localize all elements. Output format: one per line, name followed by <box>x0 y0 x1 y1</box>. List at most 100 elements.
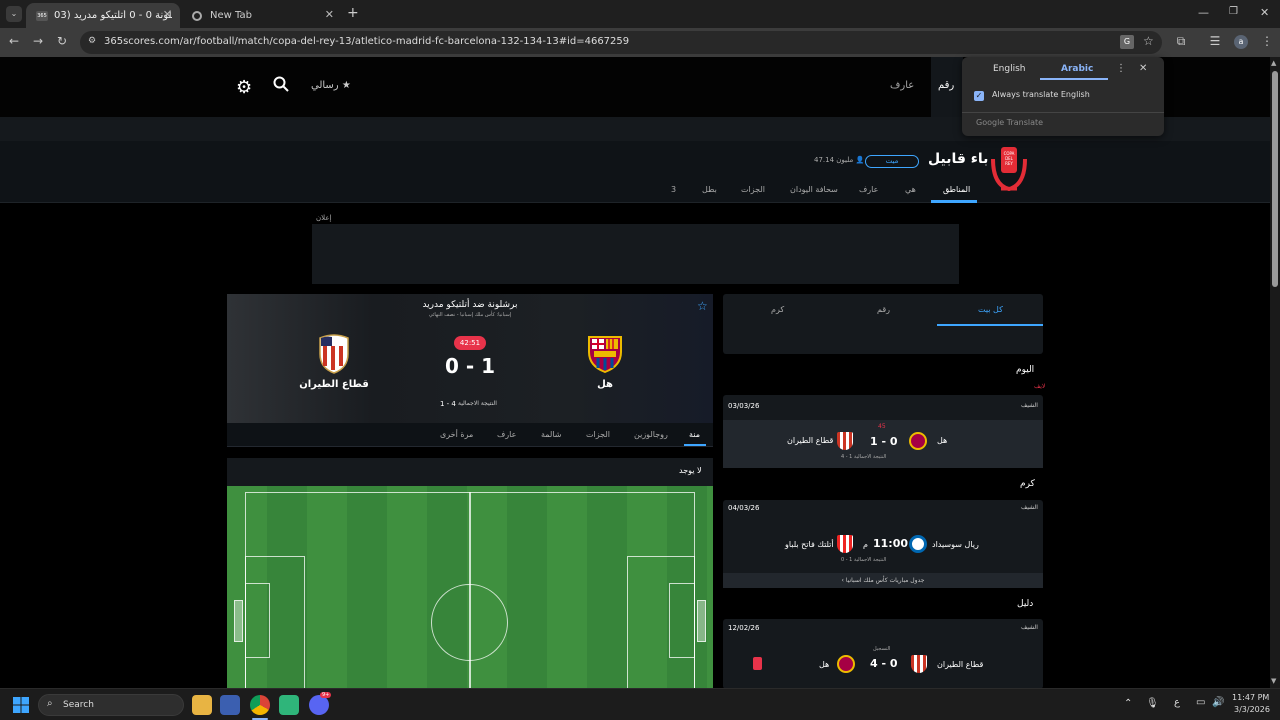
sidebar-match-3[interactable]: الشيف 12/02/26 قطاع الطيران التسجيل 4 - … <box>723 619 1043 688</box>
atletico-crest-small <box>911 655 927 673</box>
input-language[interactable]: ع <box>1174 697 1180 708</box>
translate-options-icon[interactable]: ⋮ <box>1116 63 1126 74</box>
match-title: برشلونة ضد أتلتيكو مدريد <box>422 300 518 310</box>
match-tab-2[interactable]: الجزات <box>586 430 610 439</box>
pitch-left-goal <box>234 600 243 642</box>
match-tab-1[interactable]: روجالوزين <box>634 430 668 439</box>
athletic-crest <box>837 535 853 553</box>
comp-tab-1[interactable]: هي <box>905 185 916 194</box>
comp-tab-0[interactable]: المناطق <box>943 185 970 194</box>
away-team-name: قطاع الطيران <box>299 379 369 390</box>
barcelona-crest-small <box>909 432 927 450</box>
match-tab-3[interactable]: شالمة <box>541 430 562 439</box>
taskbar-search[interactable]: ⌕ Search <box>38 694 184 716</box>
live-label: لايف <box>1034 383 1046 390</box>
new-tab-button[interactable]: + <box>347 5 359 21</box>
taskbar-date[interactable]: 3/3/2026 <box>1234 705 1270 714</box>
tab-search-button[interactable]: ⌄ <box>6 6 22 22</box>
site-info-icon[interactable]: ⚙ <box>88 36 96 46</box>
pitch-right-goal <box>697 600 706 642</box>
comp-tab-2[interactable]: عارف <box>859 185 878 194</box>
sidebar-match-1[interactable]: الشيف 03/03/26 هل 45 1 - 0 قطاع الطيران … <box>723 395 1043 468</box>
address-bar[interactable]: ⚙ 365scores.com/ar/football/match/copa-d… <box>80 31 1162 54</box>
followers-count: 47.14 مليون 👤 <box>814 156 864 164</box>
reading-list-icon[interactable]: ☰ <box>1206 34 1224 48</box>
favorite-star-icon[interactable]: ☆ <box>697 299 708 313</box>
ad-slot[interactable] <box>312 224 959 284</box>
chevron-left-icon: ‹ <box>841 577 844 584</box>
chrome-taskbar-icon[interactable] <box>250 695 270 715</box>
translate-target-tab[interactable]: Arabic <box>1061 64 1093 74</box>
match-tab-0[interactable]: منة <box>689 430 700 439</box>
competition-name: باء قابيل <box>928 151 989 167</box>
menu-icon[interactable]: ⋮ <box>1258 34 1276 48</box>
discord-badge: 9+ <box>320 692 332 698</box>
close-tab-icon[interactable]: ✕ <box>325 8 334 21</box>
microphone-icon[interactable]: 🎙 <box>1146 698 1159 709</box>
match-3-away: هل <box>819 660 830 669</box>
match-tab-5[interactable]: مرة أخرى <box>440 430 473 439</box>
chrome-icon <box>192 10 202 21</box>
search-icon[interactable] <box>273 76 289 92</box>
nav-item-2[interactable]: عارف <box>890 80 914 91</box>
atletico-crest-small <box>837 432 853 450</box>
restore-icon[interactable]: ❐ <box>1229 6 1238 17</box>
scroll-thumb[interactable] <box>1272 71 1278 287</box>
close-tab-icon[interactable]: ✕ <box>163 8 172 21</box>
match-tab-4[interactable]: عارف <box>497 430 516 439</box>
bookmark-star-icon[interactable]: ☆ <box>1143 34 1154 48</box>
taskbar-time[interactable]: 11:47 PM <box>1232 693 1269 702</box>
lineup-label: لا يوجد <box>679 466 702 475</box>
sidebar-tab-1[interactable]: رقم <box>877 305 890 314</box>
nav-item-1[interactable]: رقم <box>931 57 963 117</box>
my-favorites-link[interactable]: ★ رسالي <box>311 80 351 91</box>
discord-icon[interactable] <box>309 695 329 715</box>
follow-button[interactable]: ميت <box>865 155 919 168</box>
favicon-365: 365 <box>36 10 48 21</box>
comp-tab-5[interactable]: بطل <box>702 185 717 194</box>
tab-active[interactable]: 365 برشلونة 0 - 0 أتلتيكو مدريد (03/ ✕ <box>26 3 180 28</box>
forward-icon[interactable]: → <box>29 34 47 48</box>
star-icon: ★ <box>341 80 351 91</box>
tray-chevron-icon[interactable]: ⌃ <box>1124 698 1132 709</box>
file-explorer-icon[interactable] <box>192 695 212 715</box>
red-card-icon <box>753 657 762 670</box>
match-2-score: 11:00 <box>873 537 909 550</box>
tab-title: New Tab <box>210 10 252 21</box>
reload-icon[interactable]: ↻ <box>53 34 71 48</box>
match-1-league: الشيف <box>1021 402 1038 409</box>
minimize-icon[interactable]: — <box>1198 6 1209 19</box>
translate-source-tab[interactable]: English <box>993 64 1026 74</box>
display-icon[interactable]: ▭ <box>1196 697 1205 708</box>
comp-tab-4[interactable]: الجزات <box>741 185 765 194</box>
match-1-score: 1 - 0 <box>870 435 898 448</box>
translate-icon[interactable]: G <box>1120 35 1134 49</box>
app-icon-green[interactable] <box>279 695 299 715</box>
close-window-icon[interactable]: ✕ <box>1260 6 1269 19</box>
store-icon[interactable] <box>220 695 240 715</box>
comp-tab-3[interactable]: سحافة اليودان <box>790 185 838 194</box>
pitch-right-goal-box <box>669 583 695 658</box>
match-2-away: أتلتك فاتح بلباو <box>785 540 834 549</box>
back-icon[interactable]: ← <box>5 34 23 48</box>
section-today: اليوم <box>1016 365 1035 375</box>
page-scrollbar[interactable]: ▲ ▼ <box>1270 57 1280 688</box>
scroll-down-arrow[interactable]: ▼ <box>1271 677 1276 685</box>
profile-avatar[interactable]: a <box>1234 35 1248 49</box>
scroll-up-arrow[interactable]: ▲ <box>1271 59 1276 67</box>
match-2-home: ريال سوسيداد <box>932 540 979 549</box>
tab-new-tab[interactable]: New Tab ✕ <box>182 3 342 28</box>
competition-logo-text: COPA DEL REY <box>1003 151 1015 166</box>
settings-icon[interactable]: ⚙ <box>236 77 252 98</box>
match-2-suffix: م <box>863 540 868 549</box>
always-translate-checkbox[interactable]: ✓ <box>974 91 984 101</box>
sidebar-tab-2[interactable]: كرم <box>771 305 784 314</box>
windows-start-icon[interactable] <box>13 697 29 713</box>
sidebar-tab-all[interactable]: كل بيت <box>978 305 1003 314</box>
translate-close-icon[interactable]: ✕ <box>1139 63 1147 74</box>
extensions-icon[interactable]: ⧉ <box>1172 34 1190 49</box>
competition-table-link[interactable]: ‹ جدول مباريات كأس ملك اسبانيا <box>723 573 1043 588</box>
sidebar-match-2[interactable]: الشيف 04/03/26 ريال سوسيداد م 11:00 أتلت… <box>723 500 1043 588</box>
comp-tab-6[interactable]: 3 <box>671 185 676 194</box>
volume-icon[interactable]: 🔊 <box>1212 697 1224 708</box>
